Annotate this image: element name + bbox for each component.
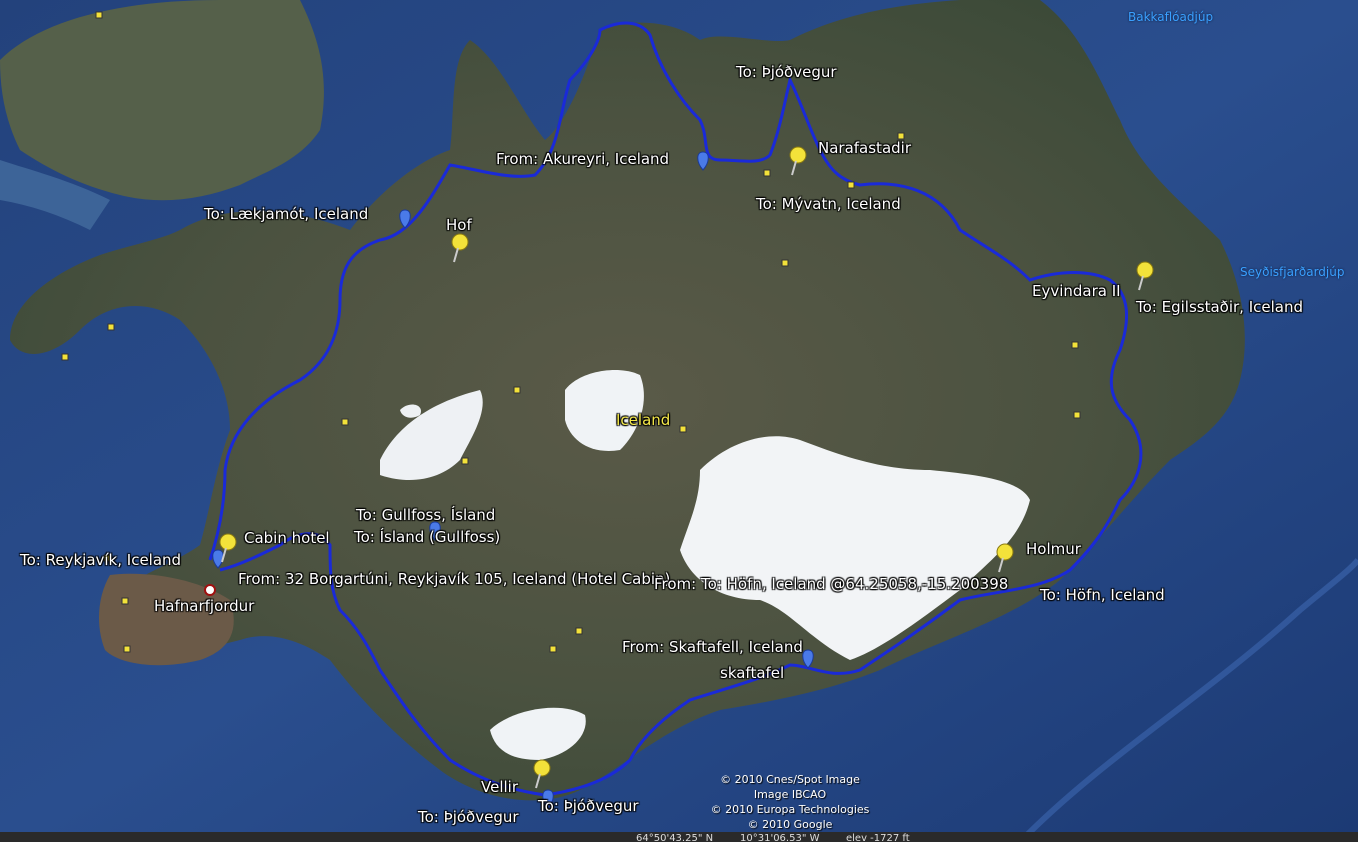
label-from-borgartuni[interactable]: From: 32 Borgartúni, Reykjavík 105, Icel…: [238, 570, 670, 588]
status-bar: 64°50'43.25" N 10°31'06.53" W elev -1727…: [0, 832, 1358, 842]
copyright-line: © 2010 Europa Technologies: [710, 803, 870, 816]
label-to-thjodvegur-north[interactable]: To: Þjóðvegur: [736, 63, 837, 81]
label-to-gullfoss[interactable]: To: Gullfoss, Ísland: [356, 506, 495, 524]
label-vellir[interactable]: Vellir: [481, 778, 518, 796]
label-to-myvatn[interactable]: To: Mývatn, Iceland: [756, 195, 901, 213]
label-narafastadir[interactable]: Narafastadir: [818, 139, 911, 157]
map-view[interactable]: Bakkaflóadjúp Seyðisfjarðardjúp Iceland …: [0, 0, 1358, 842]
label-to-hofn[interactable]: To: Höfn, Iceland: [1040, 586, 1165, 604]
copyright-line: © 2010 Cnes/Spot Image: [720, 773, 860, 786]
status-elevation: elev -1727 ft: [846, 833, 910, 842]
city-marker-hafnarfjordur: [204, 584, 216, 596]
label-to-thjodvegur-south[interactable]: To: Þjóðvegur: [538, 797, 639, 815]
label-holmur[interactable]: Holmur: [1026, 540, 1081, 558]
label-hof[interactable]: Hof: [446, 216, 472, 234]
label-cabin-hotel[interactable]: Cabin hotel: [244, 529, 330, 547]
label-skaftafel[interactable]: skaftafel: [720, 664, 784, 682]
label-from-to-hofn[interactable]: From: To: Höfn, Iceland @64.25058,-15.20…: [654, 575, 1008, 593]
copyright-line: © 2010 Google: [747, 818, 833, 831]
label-from-skaftafell[interactable]: From: Skaftafell, Iceland: [622, 638, 803, 656]
label-to-island-gullfoss[interactable]: To: Ísland (Gullfoss): [354, 528, 500, 546]
status-longitude: 10°31'06.53" W: [740, 833, 820, 842]
map-imagery: [0, 0, 1358, 842]
status-latitude: 64°50'43.25" N: [636, 833, 714, 842]
sea-label-bakkafloadjup: Bakkaflóadjúp: [1128, 10, 1214, 24]
label-to-thjodvegur-sw[interactable]: To: Þjóðvegur: [418, 808, 519, 826]
label-to-reykjavik[interactable]: To: Reykjavík, Iceland: [20, 551, 181, 569]
label-to-laekjamot[interactable]: To: Lækjamót, Iceland: [204, 205, 368, 223]
label-hafnarfjordur[interactable]: Hafnarfjordur: [154, 597, 254, 615]
country-label-iceland: Iceland: [616, 411, 671, 429]
label-to-egilsstadir[interactable]: To: Egilsstaðir, Iceland: [1136, 298, 1303, 316]
label-eyvindara[interactable]: Eyvindara II: [1032, 282, 1121, 300]
label-from-akureyri[interactable]: From: Akureyri, Iceland: [496, 150, 669, 168]
copyright-block: © 2010 Cnes/Spot Image Image IBCAO © 201…: [700, 772, 880, 832]
copyright-line: Image IBCAO: [753, 788, 827, 801]
sea-label-seydisfjardardjup: Seyðisfjarðardjúp: [1240, 265, 1345, 279]
